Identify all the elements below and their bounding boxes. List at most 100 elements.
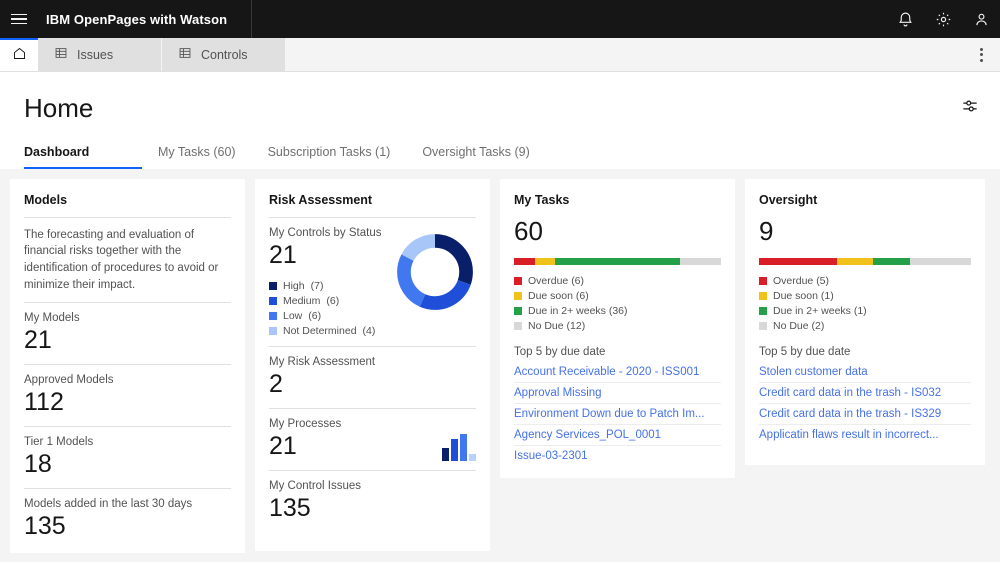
- list-item[interactable]: Environment Down due to Patch Im...: [514, 404, 721, 426]
- legend-item: No Due (12): [514, 320, 721, 332]
- bar-segment-no-due: [679, 258, 721, 266]
- legend-label: High: [283, 279, 305, 292]
- legend-swatch: [514, 307, 522, 316]
- card-title-oversight: Oversight: [759, 192, 818, 207]
- sidebar-item-controls[interactable]: Controls: [162, 38, 286, 71]
- legend-item: Due soon (6): [514, 290, 721, 302]
- list-item[interactable]: Account Receivable - 2020 - ISS001: [514, 362, 721, 384]
- minibar: [451, 438, 458, 461]
- legend-swatch: [514, 292, 522, 301]
- metric-tier-1-models: Tier 1 Models 18: [24, 436, 231, 479]
- legend-item: High (7): [269, 280, 394, 292]
- tab-strip-filler: [286, 38, 962, 71]
- bar-segment-due-soon: [837, 258, 874, 266]
- legend-label: Due soon (1): [773, 290, 834, 303]
- legend-item: Due soon (1): [759, 290, 971, 302]
- divider: [269, 469, 476, 471]
- legend-swatch: [759, 292, 767, 301]
- legend-item: Low (6): [269, 310, 394, 322]
- kebab-menu-icon[interactable]: [962, 38, 1000, 71]
- divider: [24, 302, 231, 304]
- legend-label: Due soon (6): [528, 290, 589, 303]
- divider: [24, 364, 231, 366]
- metric-label: Approved Models: [24, 374, 114, 387]
- legend-label: Overdue (6): [528, 275, 585, 288]
- table-icon: [54, 46, 68, 63]
- bar-segment-due-2-weeks: [555, 258, 680, 266]
- tab-subscription-tasks[interactable]: Subscription Tasks (1): [252, 145, 407, 169]
- brand-name: OpenPages with Watson: [73, 11, 228, 27]
- controls-legend: High (7) Medium (6) Low (6) Not Determin…: [269, 280, 394, 337]
- legend-swatch: [514, 277, 522, 286]
- table-icon: [178, 46, 192, 63]
- my-tasks-count: 60: [514, 215, 543, 246]
- metric-value: 18: [24, 450, 52, 479]
- list-item[interactable]: Issue-03-2301: [514, 446, 721, 466]
- legend-label: Low: [283, 309, 303, 322]
- my-tasks-legend: Overdue (6) Due soon (6) Due in 2+ weeks…: [514, 275, 721, 332]
- metric-models-last-30-days: Models added in the last 30 days 135: [24, 498, 231, 541]
- legend-value: (4): [362, 324, 376, 337]
- oversight-list-label: Top 5 by due date: [759, 346, 851, 359]
- gear-icon[interactable]: [924, 0, 962, 38]
- card-risk-assessment: Risk Assessment My Controls by Status 21…: [255, 178, 490, 551]
- header-actions: [886, 0, 1000, 38]
- list-item[interactable]: Agency Services_POL_0001: [514, 425, 721, 447]
- user-icon[interactable]: [962, 0, 1000, 38]
- legend-swatch: [759, 277, 767, 286]
- legend-item: No Due (2): [759, 320, 971, 332]
- metric-label: Tier 1 Models: [24, 436, 94, 449]
- minibar: [460, 433, 467, 461]
- metric-label: My Risk Assessment: [269, 355, 376, 368]
- legend-swatch: [269, 311, 277, 320]
- legend-swatch: [514, 322, 522, 331]
- bar-segment-due-2-weeks: [873, 258, 910, 266]
- list-item[interactable]: Applicatin flaws result in incorrect...: [759, 425, 971, 445]
- bar-segment-due-soon: [534, 258, 556, 266]
- legend-item: Due in 2+ weeks (1): [759, 305, 971, 317]
- home-tab[interactable]: [0, 38, 38, 71]
- list-item[interactable]: Stolen customer data: [759, 362, 971, 384]
- legend-label: Not Determined: [283, 324, 357, 337]
- minibar: [469, 453, 476, 461]
- legend-value: (6): [308, 309, 322, 322]
- legend-item: Overdue (6): [514, 275, 721, 287]
- legend-item: Overdue (5): [759, 275, 971, 287]
- brand-prefix: IBM: [46, 11, 71, 27]
- sidebar-item-issues[interactable]: Issues: [38, 38, 162, 71]
- oversight-list: Stolen customer data Credit card data in…: [759, 362, 971, 445]
- card-models: Models The forecasting and evaluation of…: [10, 178, 245, 554]
- card-title-models: Models: [24, 192, 68, 207]
- minibar: [442, 447, 449, 461]
- tab-oversight-tasks[interactable]: Oversight Tasks (9): [406, 145, 545, 169]
- legend-label: Due in 2+ weeks (1): [773, 305, 867, 318]
- tab-my-tasks[interactable]: My Tasks (60): [142, 145, 252, 169]
- home-icon: [12, 46, 27, 66]
- global-header: IBM OpenPages with Watson: [0, 0, 1000, 38]
- metric-my-risk-assessment: My Risk Assessment 2: [269, 356, 476, 399]
- metric-value: 135: [269, 493, 311, 522]
- tab-label-issues: Issues: [77, 47, 114, 62]
- brand-title[interactable]: IBM OpenPages with Watson: [46, 12, 227, 27]
- list-item[interactable]: Credit card data in the trash - IS329: [759, 404, 971, 426]
- tab-dashboard[interactable]: Dashboard: [24, 145, 142, 169]
- bar-segment-no-due: [909, 258, 971, 266]
- divider: [269, 216, 476, 218]
- bell-icon[interactable]: [886, 0, 924, 38]
- card-title-risk-assessment: Risk Assessment: [269, 192, 373, 207]
- settings-adjust-icon[interactable]: [960, 96, 980, 121]
- legend-swatch: [269, 281, 277, 290]
- oversight-count: 9: [759, 215, 774, 246]
- metric-label: My Control Issues: [269, 479, 362, 492]
- list-item[interactable]: Approval Missing: [514, 383, 721, 405]
- legend-item: Due in 2+ weeks (36): [514, 305, 721, 317]
- donut-segment-not-determined: [397, 233, 473, 310]
- my-tasks-list-label: Top 5 by due date: [514, 346, 606, 359]
- page-header: Home Dashboard My Tasks (60) Subscriptio…: [0, 72, 1000, 169]
- list-item[interactable]: Credit card data in the trash - IS032: [759, 383, 971, 405]
- metric-approved-models: Approved Models 112: [24, 374, 231, 417]
- legend-item: Medium (6): [269, 295, 394, 307]
- hamburger-icon[interactable]: [0, 0, 38, 38]
- header-divider: [251, 0, 253, 38]
- metric-my-control-issues: My Control Issues 135: [269, 480, 476, 523]
